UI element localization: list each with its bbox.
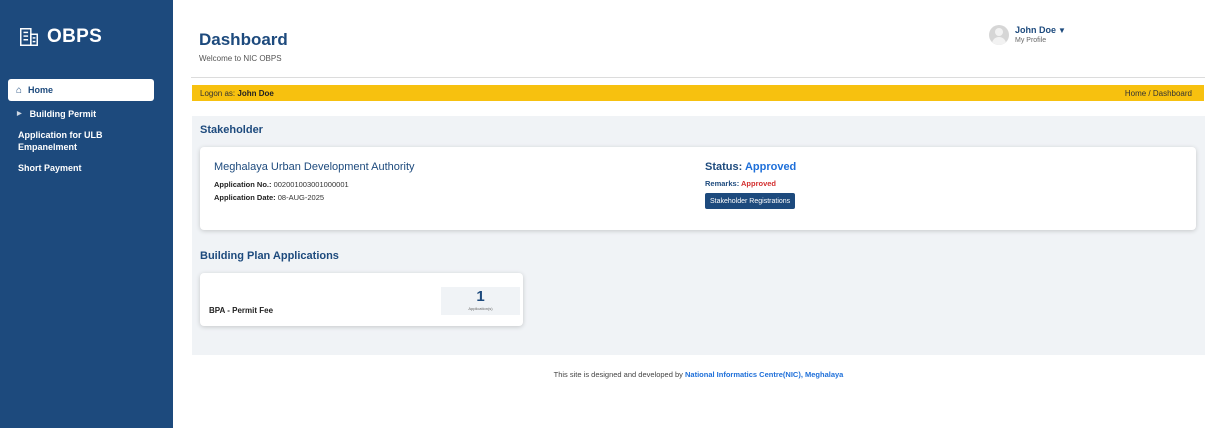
remarks-value: Approved [741,179,777,188]
application-number: Application No.: 002001003001000001 [214,180,349,189]
sidebar-item-label: Application for ULB Empanelment [18,130,103,152]
avatar [989,25,1009,45]
status-label: Status: [705,161,745,173]
sidebar-item-label: Short Payment [18,163,82,173]
footer-text: This site is designed and developed by [553,370,685,379]
sidebar-item-building-permit[interactable]: ▶ Building Permit [0,108,173,120]
sidebar-item-label: Home [28,85,54,95]
header-divider [191,77,1205,78]
sidebar-item-home[interactable]: ⌂ Home [8,79,154,101]
sidebar-item-ulb-empanelment[interactable]: Application for ULB Empanelment [0,129,130,153]
bpa-count-box: 1 Application(s) [441,287,520,315]
logon-bar: Logon as: John Doe Home / Dashboard [192,85,1204,101]
page-title: Dashboard [199,30,288,49]
bpa-count-unit: Application(s) [468,306,493,311]
app-logo[interactable]: OBPS [18,26,102,48]
my-profile-link[interactable]: My Profile [1015,36,1066,46]
logon-prefix: Logon as: [200,88,238,98]
user-name: John Doe ▼ [1015,25,1066,36]
bpa-card-label: BPA - Permit Fee [209,306,274,315]
sidebar-nav: ⌂ Home ▶ Building Permit Application for… [0,79,173,174]
caret-down-icon: ▼ [1058,26,1066,35]
building-icon [20,28,38,46]
home-icon: ⌂ [16,84,23,96]
status: Status: Approved [705,161,796,173]
application-number-value: 002001003001000001 [271,180,349,189]
application-date-label: Application Date: [214,193,276,202]
application-date: Application Date: 08-AUG-2025 [214,193,324,202]
bpa-count: 1 [476,288,485,305]
stakeholder-card: Meghalaya Urban Development Authority Ap… [200,147,1196,230]
footer: This site is designed and developed by N… [192,370,1205,379]
remarks-label: Remarks: [705,179,741,188]
footer-nic-link[interactable]: National Informatics Centre(NIC), Meghal… [685,370,843,379]
application-number-label: Application No.: [214,180,272,189]
breadcrumb[interactable]: Home / Dashboard [1125,89,1192,98]
status-value: Approved [744,161,797,173]
application-date-value: 08-AUG-2025 [275,193,325,202]
user-menu[interactable]: John Doe ▼ My Profile [989,25,1066,46]
bpa-permit-fee-card[interactable]: BPA - Permit Fee 1 Application(s) [200,273,523,326]
main-panel: Stakeholder Meghalaya Urban Development … [192,116,1205,355]
caret-right-icon: ▶ [17,111,22,117]
organization-name: Meghalaya Urban Development Authority [214,161,415,173]
user-name-text: John Doe [1015,25,1057,35]
sidebar-item-label: Building Permit [29,109,97,119]
stakeholder-section-title: Stakeholder [200,124,263,136]
logon-user: John Doe [237,88,274,98]
page-subtitle: Welcome to NIC OBPS [199,54,282,63]
app-logo-text: OBPS [47,26,103,47]
sidebar-item-short-payment[interactable]: Short Payment [0,162,173,174]
sidebar: OBPS ⌂ Home ▶ Building Permit Applicatio… [0,0,173,428]
bpa-section-title: Building Plan Applications [200,250,339,262]
logon-info: Logon as: John Doe [200,89,274,98]
remarks: Remarks: Approved [705,179,776,188]
stakeholder-registrations-button[interactable]: Stakeholder Registrations [705,193,796,209]
